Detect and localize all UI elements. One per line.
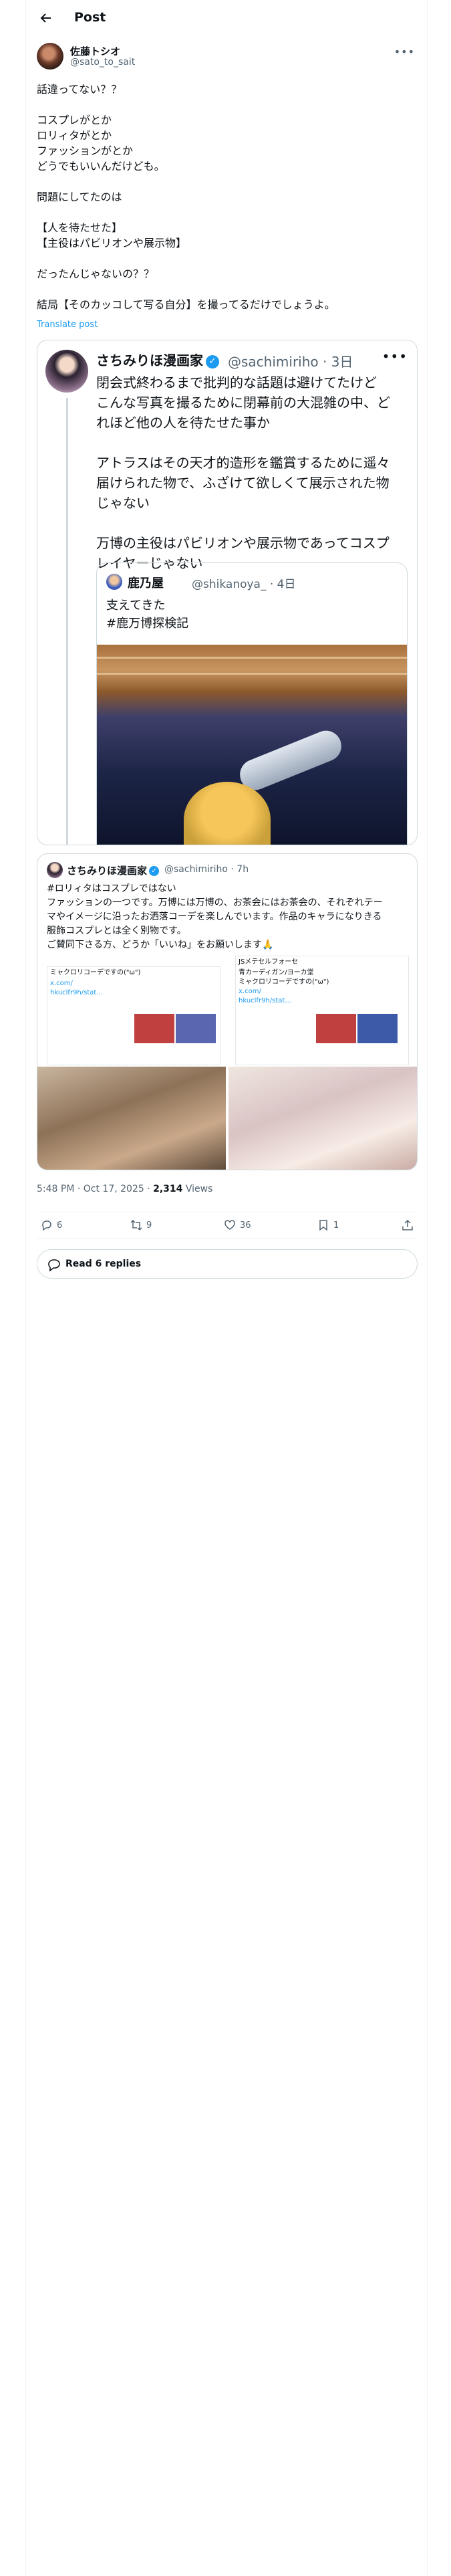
- quote-text: #ロリィタはコスプレではない ファッションの一つです。万博には万博の、お茶会には…: [47, 883, 383, 950]
- rocket-sculpture: [235, 726, 346, 795]
- post-photo[interactable]: [97, 645, 407, 845]
- thumbnail: [316, 1014, 356, 1043]
- nested-author-name[interactable]: 鹿乃屋: [128, 574, 164, 591]
- post-author: 佐藤トシオ @sato_to_sait •••: [37, 43, 418, 72]
- photo-grid: [37, 1067, 417, 1170]
- views-label: Views: [182, 1184, 213, 1194]
- screenshot-link-path: hkuclfr9h/stat...: [239, 997, 291, 1004]
- quote-author-handle[interactable]: @sachimiriho · 3日: [228, 351, 353, 370]
- more-options-icon[interactable]: •••: [382, 348, 408, 364]
- repost-icon: [130, 1219, 142, 1231]
- quote-author-name-text: さちみりほ漫画家: [96, 352, 203, 368]
- read-replies-label: Read 6 replies: [65, 1259, 142, 1269]
- screenshot-line: 青カーディガン/ヨーカ堂: [239, 969, 314, 976]
- nested-post-text: 支えてきた #鹿万博探検記: [106, 599, 189, 631]
- bookmark-button[interactable]: 1: [317, 1219, 339, 1231]
- verified-icon: ✓: [149, 866, 160, 876]
- screenshot-line: JSメテセルフォーセ: [239, 958, 299, 966]
- avatar[interactable]: [37, 43, 63, 70]
- arrow-left-icon: [40, 13, 51, 23]
- post-photo[interactable]: [229, 1067, 417, 1170]
- post-column: Post 佐藤トシオ @sato_to_sait ••• 話違ってない？？ コス…: [25, 0, 428, 2576]
- thumbnail: [357, 1014, 398, 1043]
- quote-author-handle[interactable]: @sachimiriho · 7h: [164, 864, 249, 875]
- quote-text: 閉会式終わるまで批判的な話題は避けてたけど こんな写真を撮るために閉幕前の大混雑…: [96, 374, 390, 571]
- screenshot-line: ミャクロリコーデですの("ω"): [239, 978, 329, 986]
- share-button[interactable]: [402, 1219, 414, 1231]
- ceiling-beam: [97, 673, 407, 675]
- like-button[interactable]: 36: [224, 1219, 251, 1231]
- author-handle[interactable]: @sato_to_sait: [70, 57, 135, 68]
- avatar[interactable]: [47, 862, 63, 878]
- screenshot-link-text: x.com/: [50, 980, 73, 987]
- author-name[interactable]: 佐藤トシオ: [70, 44, 120, 58]
- screenshot-link[interactable]: x.com/: [47, 979, 220, 988]
- screenshot-link-path: hkuclfr9h/stat...: [50, 989, 103, 996]
- repost-button[interactable]: 9: [130, 1219, 152, 1231]
- quote-author-name-text: さちみりほ漫画家: [67, 865, 148, 877]
- ceiling-beam: [97, 657, 407, 659]
- nested-author-handle[interactable]: @shikanoya_ · 4日: [192, 574, 296, 591]
- screenshot-line: ミャクロリコーデですの("ω"): [50, 969, 141, 976]
- speech-bubble-icon: [48, 1259, 60, 1272]
- thumbnail: [176, 1014, 216, 1043]
- reply-count: 6: [57, 1220, 63, 1230]
- quote-author-name[interactable]: さちみりほ漫画家 ✓: [67, 863, 160, 877]
- action-bar: 6 9 36 1: [37, 1212, 418, 1239]
- share-icon: [402, 1219, 413, 1230]
- nested-quoted-post[interactable]: 鹿乃屋 @shikanoya_ · 4日 支えてきた #鹿万博探検記: [96, 562, 408, 845]
- avatar[interactable]: [45, 350, 88, 393]
- post-photo[interactable]: [37, 1067, 226, 1170]
- cosplayer-figure: [184, 782, 271, 845]
- embedded-screenshot-left[interactable]: ミャクロリコーデですの("ω") x.com/ hkuclfr9h/stat..…: [47, 966, 220, 1065]
- post-text: 話違ってない？？ コスプレがとか ロリィタがとか ファッションがとか どうでもい…: [37, 83, 335, 311]
- page-title: Post: [74, 10, 106, 25]
- bookmark-icon: [319, 1220, 327, 1231]
- quoted-post-thread[interactable]: さちみりほ漫画家 ✓ @sachimiriho · 3日 ••• 閉会式終わるまで…: [37, 340, 418, 845]
- page: Post 佐藤トシオ @sato_to_sait ••• 話違ってない？？ コス…: [0, 0, 451, 2576]
- header: Post: [26, 0, 428, 35]
- more-options-icon[interactable]: •••: [394, 45, 415, 58]
- screenshot-link[interactable]: x.com/: [236, 987, 408, 996]
- quote-author-name[interactable]: さちみりほ漫画家 ✓: [96, 350, 219, 369]
- translate-link[interactable]: Translate post: [37, 320, 98, 330]
- read-replies-button[interactable]: Read 6 replies: [37, 1249, 418, 1279]
- screenshot-link-text: x.com/: [239, 988, 261, 995]
- repost-count: 9: [146, 1220, 152, 1230]
- views-count: 2,314: [153, 1184, 183, 1194]
- back-button[interactable]: [37, 9, 55, 27]
- thread-line: [66, 398, 68, 845]
- screenshot-thumbnails: [134, 1014, 216, 1043]
- screenshot-thumbnails: [316, 1014, 398, 1043]
- avatar[interactable]: [106, 574, 122, 590]
- heart-icon: [224, 1220, 235, 1230]
- thumbnail: [134, 1014, 174, 1043]
- bookmark-count: 1: [333, 1220, 339, 1230]
- embedded-screenshot-right[interactable]: JSメテセルフォーセ 青カーディガン/ヨーカ堂 ミャクロリコーデですの("ω")…: [235, 956, 409, 1065]
- reply-button[interactable]: 6: [41, 1219, 62, 1231]
- like-count: 36: [240, 1220, 251, 1230]
- verified-icon: ✓: [206, 354, 219, 368]
- timestamp[interactable]: 5:48 PM · Oct 17, 2025 ·: [37, 1184, 153, 1194]
- reply-icon: [42, 1220, 51, 1231]
- post-meta: 5:48 PM · Oct 17, 2025 · 2,314 Views: [37, 1184, 212, 1194]
- quoted-post[interactable]: さちみりほ漫画家 ✓ @sachimiriho · 7h #ロリィタはコスプレでは…: [37, 853, 418, 1170]
